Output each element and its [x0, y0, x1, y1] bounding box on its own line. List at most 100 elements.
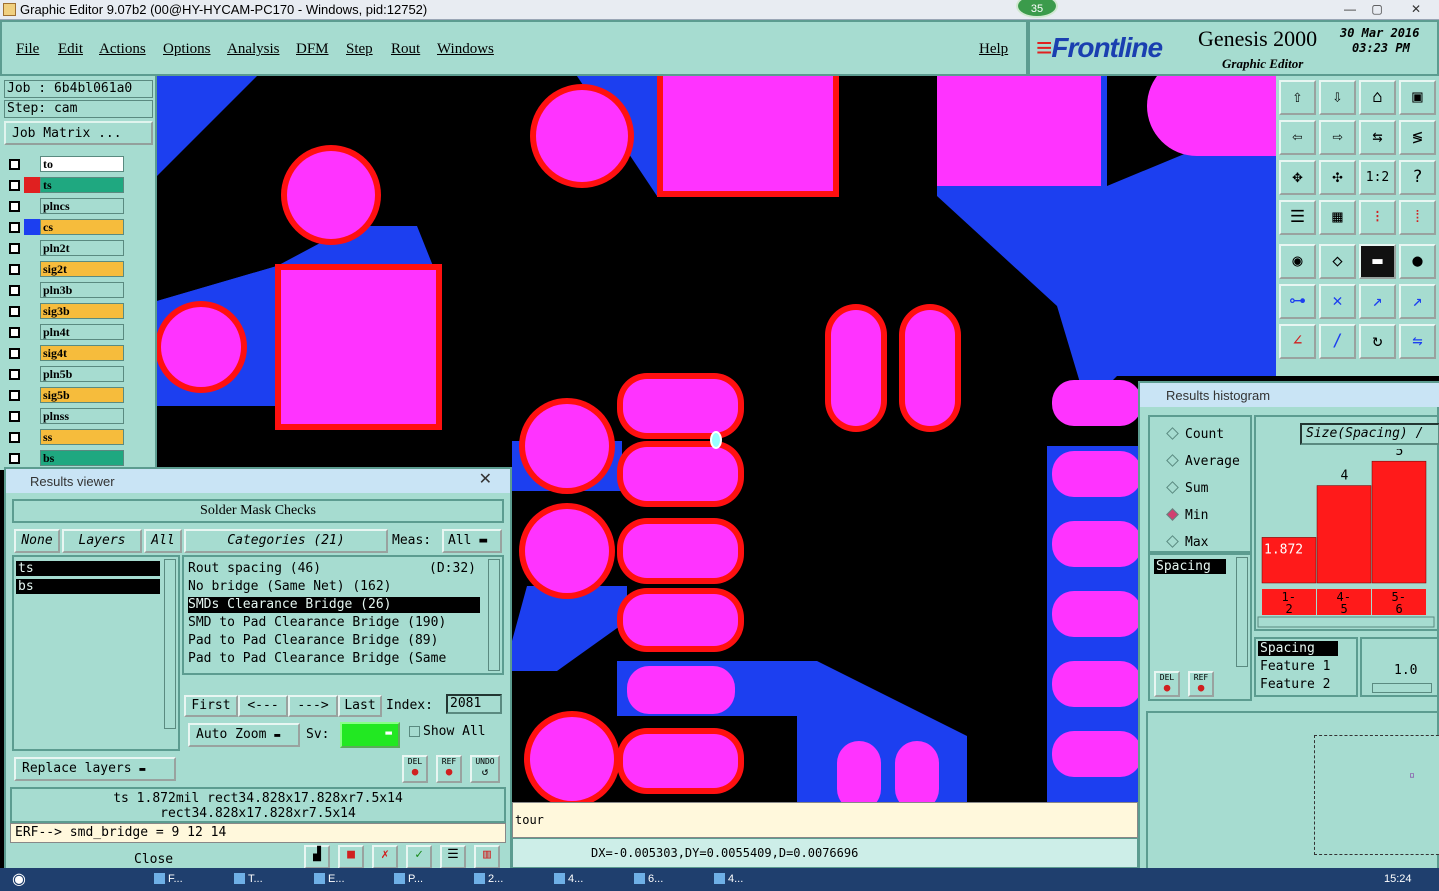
layer-row-bs[interactable]: bs	[6, 450, 124, 466]
menu-help[interactable]: Help	[979, 41, 1008, 58]
minimize-button[interactable]: —	[1335, 0, 1365, 18]
layer-checkbox[interactable]	[9, 222, 20, 233]
layer-compare-icon[interactable]: ⁞	[1399, 200, 1436, 235]
line2-icon[interactable]: ↗	[1399, 284, 1436, 319]
sv-color-select[interactable]: ▬	[340, 722, 400, 748]
show-all-checkbox[interactable]	[409, 726, 420, 737]
histogram-bar[interactable]	[1371, 460, 1427, 584]
category-item[interactable]: Rout spacing (46) (D:32)	[188, 561, 480, 577]
layer-checkbox[interactable]	[9, 285, 20, 296]
layer-checkbox[interactable]	[9, 453, 20, 464]
category-item[interactable]: SMD to Pad Clearance Bridge (190)	[188, 615, 480, 631]
prev-button[interactable]: <---	[238, 695, 288, 717]
layer-row-ss[interactable]: ss	[6, 429, 124, 445]
stop-icon[interactable]: ■	[338, 845, 364, 869]
layer-checkbox[interactable]	[9, 306, 20, 317]
dot-icon[interactable]: ●	[1399, 244, 1436, 279]
menu-step[interactable]: Step	[346, 41, 373, 58]
select-icon[interactable]: ◉	[1279, 244, 1316, 279]
grid-icon[interactable]: ▦	[1319, 200, 1356, 235]
categories-button[interactable]: Categories (21)	[184, 529, 388, 553]
maximize-button[interactable]: ▢	[1362, 0, 1392, 18]
cross-icon[interactable]: ✕	[1319, 284, 1356, 319]
layer-checkbox[interactable]	[9, 264, 20, 275]
replace-layers-select[interactable]: Replace layers ▬	[14, 757, 176, 781]
layer-row-pln3b[interactable]: pln3b	[6, 282, 124, 298]
layer-checkbox[interactable]	[9, 432, 20, 443]
tool-icon-6[interactable]: ⇨	[1319, 120, 1356, 155]
bar-chart-icon[interactable]: ▟	[304, 845, 330, 869]
radio-count[interactable]: Count	[1166, 427, 1224, 442]
category-item[interactable]: Pad to Pad Clearance Bridge (89)	[188, 633, 480, 649]
tool-icon-7[interactable]: ⇆	[1359, 120, 1396, 155]
layer-checkbox[interactable]	[9, 243, 20, 254]
layer-row-pln4t[interactable]: pln4t	[6, 324, 124, 340]
board-overview-frame[interactable]: ▫	[1314, 735, 1439, 855]
menu-windows[interactable]: Windows	[437, 41, 494, 58]
layer-row-to[interactable]: to	[6, 156, 124, 172]
flip-icon[interactable]: ⇋	[1399, 324, 1436, 359]
line-icon[interactable]: ↗	[1359, 284, 1396, 319]
menu-dfm[interactable]: DFM	[296, 41, 329, 58]
zoom-fit-icon[interactable]: ✥	[1279, 160, 1316, 195]
first-button[interactable]: First	[184, 695, 238, 717]
category-item[interactable]: No bridge (Same Net) (162)	[188, 579, 480, 595]
layer-checkbox[interactable]	[9, 327, 20, 338]
menu-actions[interactable]: Actions	[99, 41, 146, 58]
layer-result-item[interactable]: ts	[16, 561, 160, 576]
report-icon[interactable]: ☰	[440, 845, 466, 869]
zoom-center-icon[interactable]: ✣	[1319, 160, 1356, 195]
layer-row-sig3b[interactable]: sig3b	[6, 303, 124, 319]
exclude-icon[interactable]: ✗	[372, 845, 398, 869]
layer-row-pln5b[interactable]: pln5b	[6, 366, 124, 382]
ruler-icon[interactable]: ▬	[1359, 244, 1396, 279]
taskbar-item[interactable]: F...	[150, 872, 187, 888]
layer-checkbox[interactable]	[9, 180, 20, 191]
del-button[interactable]: DEL ●	[402, 755, 428, 783]
hist-ref-button[interactable]: REF ●	[1188, 671, 1214, 697]
taskbar-item[interactable]: 6...	[630, 872, 667, 888]
menu-edit[interactable]: Edit	[58, 41, 83, 58]
auto-zoom-select[interactable]: Auto Zoom ▬	[188, 723, 300, 747]
layer-row-sig5b[interactable]: sig5b	[6, 387, 124, 403]
category-list-scrollbar[interactable]	[488, 559, 500, 671]
layer-checkbox[interactable]	[9, 201, 20, 212]
layer-row-plncs[interactable]: plncs	[6, 198, 124, 214]
menu-analysis[interactable]: Analysis	[227, 41, 280, 58]
close-window-button[interactable]: ✕	[1396, 0, 1436, 18]
measure-list-item[interactable]: Spacing	[1154, 559, 1226, 574]
menu-file[interactable]: File	[16, 41, 39, 58]
radio-min[interactable]: Min	[1166, 508, 1208, 523]
layer-icon[interactable]: ⁝	[1359, 200, 1396, 235]
layer-checkbox[interactable]	[9, 159, 20, 170]
settings-icon[interactable]: ☰	[1279, 200, 1316, 235]
tool-icon-2[interactable]: ⇩	[1319, 80, 1356, 115]
field-item-feature2[interactable]: Feature 2	[1260, 677, 1330, 692]
layer-row-plnss[interactable]: plnss	[6, 408, 124, 424]
layer-checkbox[interactable]	[9, 411, 20, 422]
layer-row-cs[interactable]: cs	[6, 219, 124, 235]
home-icon[interactable]: ⌂	[1359, 80, 1396, 115]
histogram-icon[interactable]: ▥	[474, 845, 500, 869]
scale-icon[interactable]: 1:2	[1359, 160, 1396, 195]
taskbar-item[interactable]: 4...	[550, 872, 587, 888]
hist-del-button[interactable]: DEL ●	[1154, 671, 1180, 697]
check-icon[interactable]: ✓	[406, 845, 432, 869]
close-button[interactable]: Close	[134, 852, 173, 867]
undo-button[interactable]: UNDO ↺	[470, 755, 500, 783]
help-icon[interactable]: ?	[1399, 160, 1436, 195]
taskbar-item[interactable]: E...	[310, 872, 349, 888]
tool-icon-8[interactable]: ≶	[1399, 120, 1436, 155]
meas-select[interactable]: All ▬	[442, 529, 502, 553]
angle-icon[interactable]: ∠	[1279, 324, 1316, 359]
layer-result-item[interactable]: bs	[16, 579, 160, 594]
layer-checkbox[interactable]	[9, 348, 20, 359]
menu-rout[interactable]: Rout	[391, 41, 420, 58]
last-button[interactable]: Last	[338, 695, 382, 717]
tool-icon-1[interactable]: ⇧	[1279, 80, 1316, 115]
histogram-scrollbar[interactable]	[1257, 616, 1435, 628]
none-button[interactable]: None	[14, 529, 60, 553]
index-input[interactable]: 2081	[446, 694, 502, 714]
radio-max[interactable]: Max	[1166, 535, 1208, 550]
arc-icon[interactable]: ↻	[1359, 324, 1396, 359]
